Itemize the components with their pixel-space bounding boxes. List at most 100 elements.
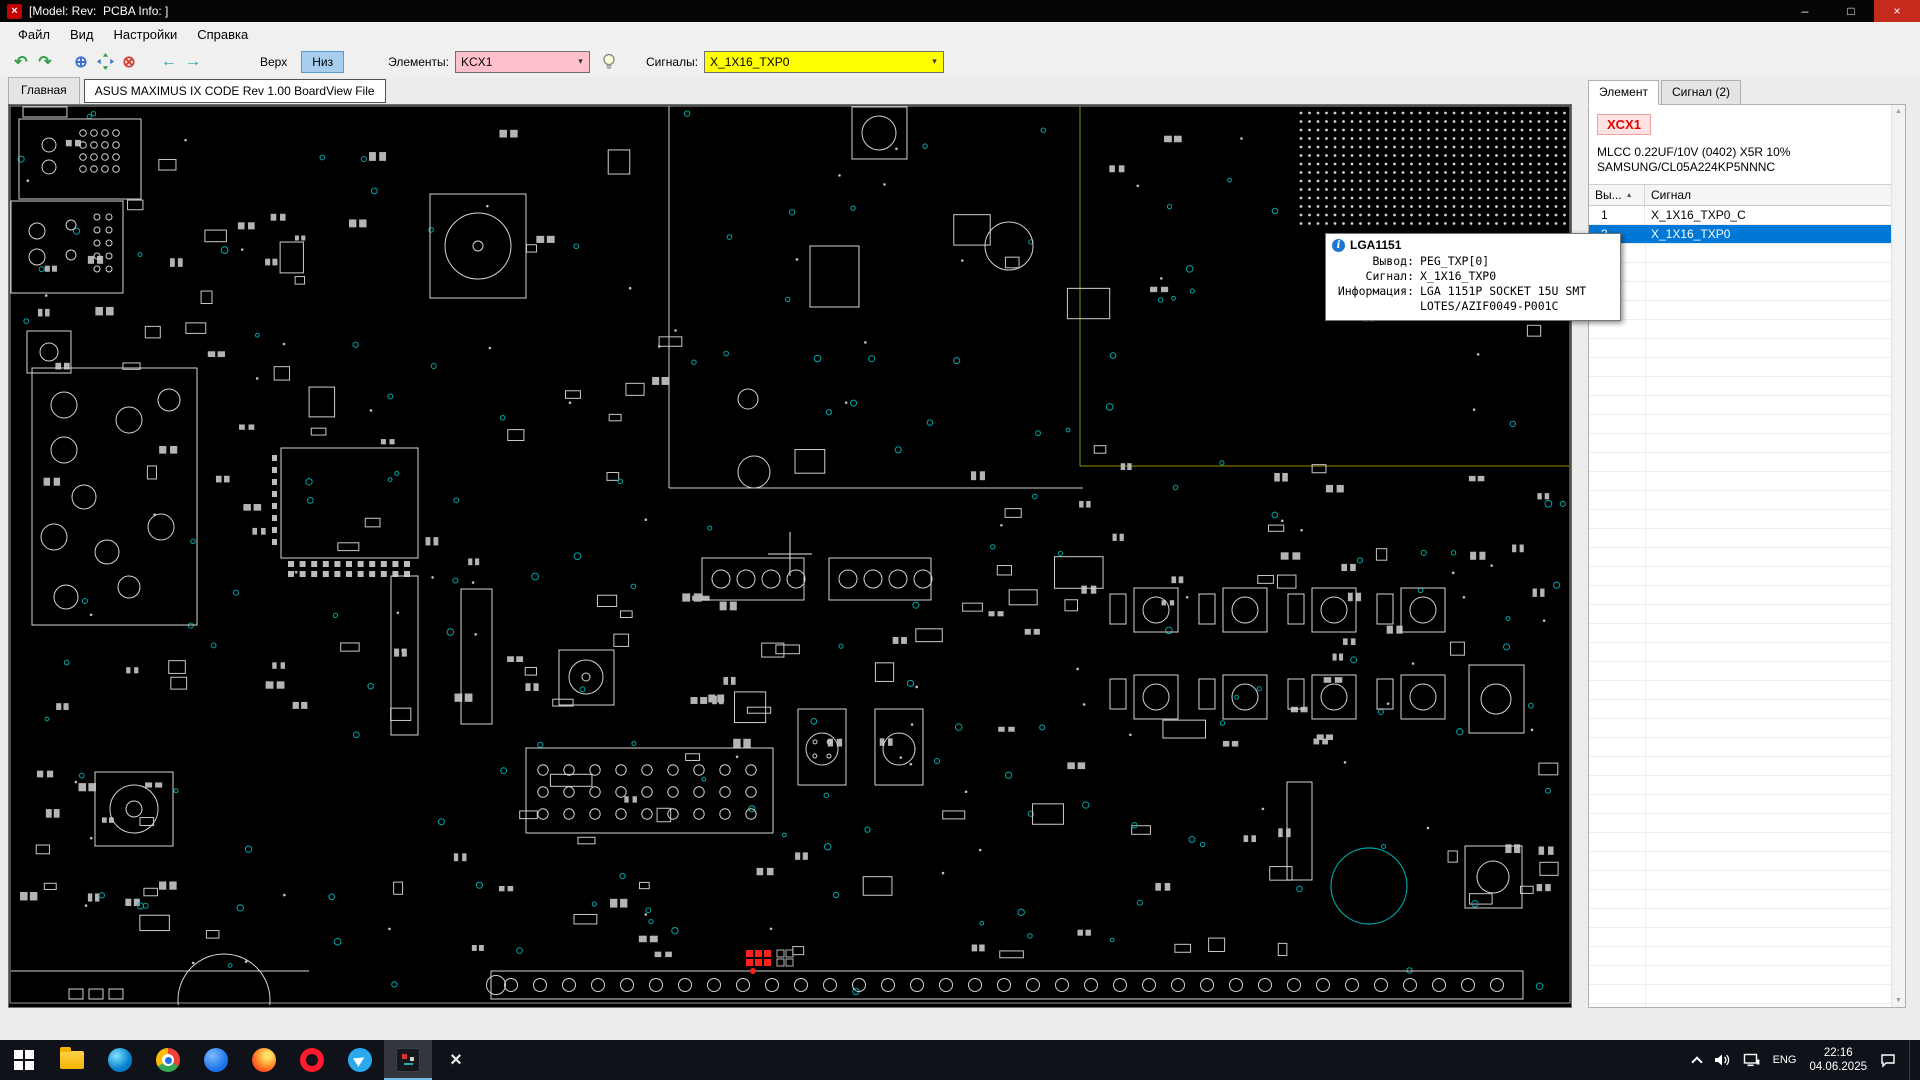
minimize-button[interactable]: – [1782,0,1828,22]
tooltip-label: Сигнал: [1332,269,1414,284]
column-header-pin[interactable]: Вы... ▲ [1589,185,1645,205]
folder-glyph-icon [60,1051,84,1069]
menu-view[interactable]: Вид [60,24,104,45]
firefox-glyph-icon [252,1048,276,1072]
x-tool-icon[interactable]: × [432,1040,480,1080]
show-desktop-button[interactable] [1909,1040,1914,1080]
date: 04.06.2025 [1809,1060,1867,1074]
fit-arrows-icon [97,53,114,70]
side-top-button[interactable]: Верх [252,52,295,72]
blue-browser-glyph-icon [204,1048,228,1072]
maximize-button[interactable]: □ [1828,0,1874,22]
window-controls: – □ × [1782,0,1920,22]
telegram-icon[interactable] [336,1040,384,1080]
elements-label: Элементы: [388,55,449,69]
table-empty-rows [1589,244,1891,1007]
screen: { "window": { "title": "[Model: Rev: PCB… [0,0,1920,1080]
side-bottom-button[interactable]: Низ [301,51,344,73]
system-tray: ENG 22:16 04.06.2025 [1693,1040,1920,1080]
boardview-glyph-icon [396,1048,420,1072]
tooltip-value: X_1X16_TXP0 [1414,269,1496,284]
signals-label: Сигналы: [646,55,698,69]
pin-table: Вы... ▲ Сигнал 1 X_1X16_TXP0_C 2 X_1X16_… [1589,184,1891,1007]
pin-cell: 1 [1589,206,1645,224]
panel-scrollbar[interactable]: ▲ ▼ [1891,105,1905,1007]
chevron-down-icon[interactable]: ▾ [572,52,589,72]
tooltip-label: Вывод: [1332,254,1414,269]
tooltip-label: Информация: [1332,284,1414,299]
opera-glyph-icon [300,1048,324,1072]
time: 22:16 [1824,1046,1853,1060]
signals-combobox[interactable]: X_1X16_TXP0 ▾ [704,51,944,73]
zoom-reset-icon[interactable]: ⊗ [118,51,140,73]
edge-icon[interactable] [96,1040,144,1080]
lamp-icon[interactable] [598,51,620,73]
clock[interactable]: 22:16 04.06.2025 [1809,1046,1867,1074]
network-icon[interactable] [1743,1053,1760,1067]
elements-combobox[interactable]: KCX1 ▾ [455,51,590,73]
menu-settings[interactable]: Настройки [104,24,188,45]
tooltip-title: LGA1151 [1350,238,1401,252]
chat-bubble-glyph-icon [1880,1053,1896,1068]
component-description-line1: MLCC 0.22UF/10V (0402) X5R 10% [1597,145,1897,160]
chevron-down-icon[interactable]: ▾ [926,52,943,72]
tooltip-value: LOTES/AZIF0049-P001C [1414,299,1558,314]
start-button[interactable] [0,1040,48,1080]
tab-element[interactable]: Элемент [1588,80,1659,105]
zoom-in-icon[interactable]: ⊕ [70,51,92,73]
history-back-icon[interactable]: ← [158,51,180,73]
file-explorer-icon[interactable] [48,1040,96,1080]
sort-asc-icon: ▲ [1626,192,1633,199]
component-ref-badge[interactable]: XCX1 [1597,114,1651,135]
elements-combobox-value: KCX1 [456,52,572,72]
action-center-icon[interactable] [1880,1053,1896,1068]
tooltip-line: LOTES/AZIF0049-P001C [1332,299,1614,314]
tab-home[interactable]: Главная [8,77,80,104]
boardview-app-icon[interactable] [384,1040,432,1080]
scroll-up-icon[interactable]: ▲ [1895,108,1902,115]
menu-help[interactable]: Справка [187,24,258,45]
volume-icon[interactable] [1714,1053,1730,1067]
table-row[interactable]: 1 X_1X16_TXP0_C [1589,206,1891,225]
tab-signal[interactable]: Сигнал (2) [1661,80,1741,105]
tooltip-line: Информация: LGA 1151P SOCKET 15U SMT [1332,284,1614,299]
opera-icon[interactable] [288,1040,336,1080]
fit-screen-icon[interactable] [94,51,116,73]
blue-browser-icon[interactable] [192,1040,240,1080]
component-description-line2: SAMSUNG/CL05A224KP5NNNC [1597,160,1897,175]
signal-cell: X_1X16_TXP0 [1645,225,1891,243]
telegram-glyph-icon [348,1048,372,1072]
language-indicator[interactable]: ENG [1773,1054,1797,1066]
column-header-signal[interactable]: Сигнал [1645,188,1691,202]
tooltip-value: LGA 1151P SOCKET 15U SMT [1414,284,1586,299]
pin-tooltip: i LGA1151 Вывод: PEG_TXP[0] Сигнал: X_1X… [1325,233,1621,321]
rotate-left-icon[interactable]: ↶ [10,51,32,73]
chrome-glyph-icon [156,1048,180,1072]
firefox-icon[interactable] [240,1040,288,1080]
component-description: MLCC 0.22UF/10V (0402) X5R 10% SAMSUNG/C… [1597,145,1897,175]
window-title: [Model: Rev: PCBA Info: ] [29,4,168,18]
menu-file[interactable]: Файл [8,24,60,45]
board-file-tooltip: ASUS MAXIMUS IX CODE Rev 1.00 BoardView … [84,79,386,103]
windows-logo-icon [14,1050,34,1070]
toolbar: ↶ ↷ ⊕ ⊗ ← → Верх Низ Элементы: KCX1 ▾ Си… [0,46,1920,77]
tray-expand-icon[interactable] [1691,1056,1702,1067]
history-forward-icon[interactable]: → [182,51,204,73]
scroll-down-icon[interactable]: ▼ [1895,997,1902,1004]
app-icon[interactable]: × [7,4,22,19]
table-row-selected[interactable]: 2 X_1X16_TXP0 [1589,225,1891,244]
x-glyph-icon: × [450,1049,462,1072]
title-bar: × [Model: Rev: PCBA Info: ] – □ × [0,0,1920,22]
edge-glyph-icon [108,1048,132,1072]
pin-table-header: Вы... ▲ Сигнал [1589,185,1891,206]
rotate-right-icon[interactable]: ↷ [34,51,56,73]
close-button[interactable]: × [1874,0,1920,22]
signals-combobox-value: X_1X16_TXP0 [705,52,926,72]
chrome-icon[interactable] [144,1040,192,1080]
network-glyph-icon [1743,1053,1760,1067]
document-tab-row: Главная ASUS MAXIMUS IX CODE Rev 1.00 Bo… [0,77,1580,104]
taskbar: × ENG 22:16 04.06.2025 [0,1040,1920,1080]
speaker-glyph-icon [1714,1053,1730,1067]
tooltip-label [1332,299,1414,314]
signal-cell: X_1X16_TXP0_C [1645,206,1891,224]
